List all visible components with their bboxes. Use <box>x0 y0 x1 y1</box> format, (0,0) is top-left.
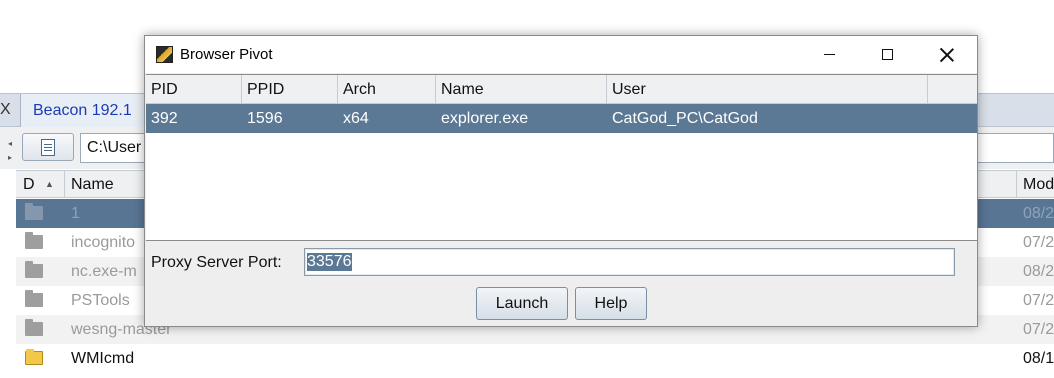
help-button[interactable]: Help <box>575 287 647 320</box>
list-item[interactable]: WMIcmd 08/1 <box>16 344 1054 373</box>
column-header-pid[interactable]: PID <box>146 75 242 104</box>
file-name: 1 <box>71 205 80 222</box>
folder-icon <box>25 203 43 220</box>
app-icon <box>156 46 173 63</box>
file-date: 08/2 <box>1023 205 1054 222</box>
file-name: incognito <box>71 234 136 251</box>
cell-ppid: 1596 <box>247 110 283 127</box>
file-name: WMIcmd <box>71 350 135 367</box>
proxy-port-label: Proxy Server Port: <box>151 254 282 271</box>
file-date: 07/2 <box>1023 234 1054 251</box>
yellow-folder-icon <box>25 349 43 365</box>
table-header: PID PPID Arch Name User <box>146 75 977 104</box>
folder-icon <box>25 261 43 278</box>
column-header-user[interactable]: User <box>607 75 928 104</box>
column-header-d[interactable]: D <box>23 171 35 198</box>
sort-ascending-icon: ▲ <box>45 179 54 189</box>
folder-icon <box>25 232 43 249</box>
dialog-titlebar[interactable]: Browser Pivot <box>145 36 977 73</box>
cell-arch: x64 <box>343 110 369 127</box>
maximize-button[interactable] <box>858 36 916 73</box>
file-date: 08/2 <box>1023 263 1054 280</box>
file-name: nc.exe-m <box>71 263 137 280</box>
document-icon <box>41 138 55 156</box>
collapse-arrows-icon[interactable]: ◂ ▸ <box>8 137 12 165</box>
column-header-ppid[interactable]: PPID <box>242 75 338 104</box>
close-icon <box>940 48 954 62</box>
file-date: 07/2 <box>1023 321 1054 338</box>
list-files-button[interactable] <box>22 133 74 161</box>
cell-name: explorer.exe <box>441 110 529 127</box>
cell-user: CatGod_PC\CatGod <box>612 110 758 127</box>
column-header-modified[interactable]: Mod <box>1016 171 1054 198</box>
close-button[interactable] <box>918 36 976 73</box>
process-table: PID PPID Arch Name User 392 1596 x64 exp… <box>146 74 977 241</box>
dialog-title: Browser Pivot <box>180 46 273 63</box>
table-row[interactable]: 392 1596 x64 explorer.exe CatGod_PC\CatG… <box>146 104 977 133</box>
folder-icon <box>25 319 43 336</box>
minimize-button[interactable] <box>800 36 858 73</box>
cell-pid: 392 <box>151 110 178 127</box>
launch-button[interactable]: Launch <box>476 287 568 320</box>
folder-icon <box>25 290 43 307</box>
file-date: 07/2 <box>1023 292 1054 309</box>
screen: X Beacon 192.1 ◂ ▸ C:\User D ▲ Name Mod 1… <box>0 0 1054 378</box>
maximize-icon <box>881 49 893 60</box>
file-date: 08/1 <box>1023 350 1054 367</box>
column-header-name[interactable]: Name <box>436 75 607 104</box>
minimize-icon <box>823 54 835 55</box>
proxy-port-input[interactable] <box>304 248 955 276</box>
tab-close-icon[interactable]: X <box>0 94 11 126</box>
browser-pivot-dialog: Browser Pivot PID PPID Arch Name User 39… <box>144 35 978 327</box>
file-name: PSTools <box>71 292 130 309</box>
column-header-arch[interactable]: Arch <box>338 75 436 104</box>
